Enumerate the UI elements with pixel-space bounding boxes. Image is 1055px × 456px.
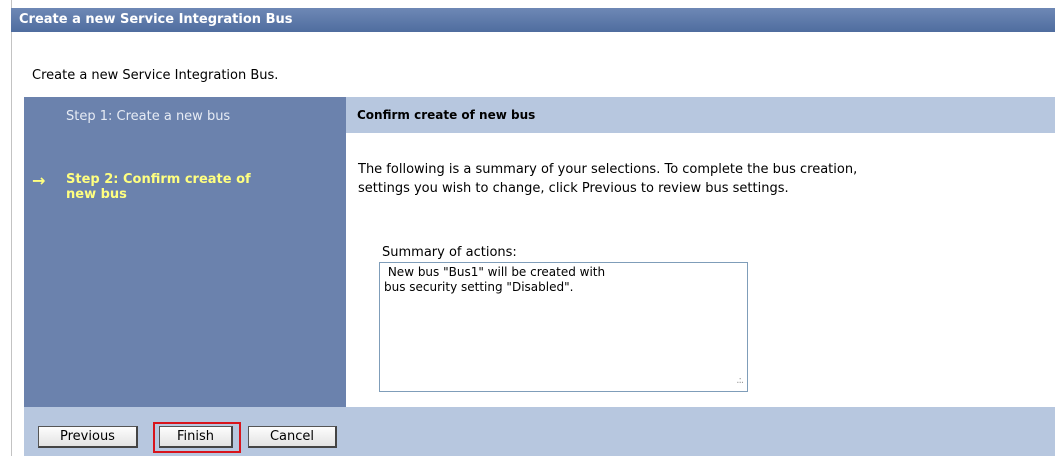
summary-textarea[interactable]: New bus "Bus1" will be created with bus …	[379, 262, 748, 392]
wizard-steps-panel: Step 1: Create a new bus → Step 2: Confi…	[24, 97, 346, 407]
content-description: The following is a summary of your selec…	[358, 160, 1055, 198]
wizard-content: Confirm create of new bus The following …	[346, 97, 1055, 407]
content-header: Confirm create of new bus	[346, 97, 1055, 133]
page-subtitle: Create a new Service Integration Bus.	[32, 68, 279, 83]
step-1-label: Step 1: Create a new bus	[66, 109, 231, 124]
button-bar: Previous Finish Cancel	[24, 407, 1055, 456]
summary-text: New bus "Bus1" will be created with bus …	[384, 265, 606, 294]
wizard: Step 1: Create a new bus → Step 2: Confi…	[24, 97, 1055, 456]
current-step-arrow-icon: →	[32, 171, 46, 190]
finish-button[interactable]: Finish	[159, 426, 233, 448]
summary-label: Summary of actions:	[382, 245, 517, 260]
step-2-label: Step 2: Confirm create of new bus	[66, 172, 251, 202]
previous-button[interactable]: Previous	[38, 426, 138, 448]
description-line-1: The following is a summary of your selec…	[358, 162, 858, 177]
cancel-button[interactable]: Cancel	[248, 426, 337, 448]
description-line-2: settings you wish to change, click Previ…	[358, 181, 789, 196]
window-title: Create a new Service Integration Bus	[11, 8, 1055, 32]
resize-grip-icon[interactable]: .:.	[736, 373, 744, 388]
